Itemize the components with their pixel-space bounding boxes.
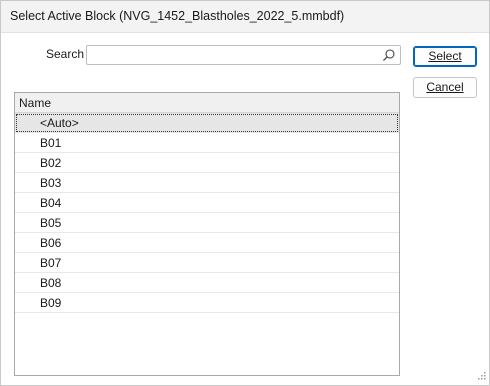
list-item-label: <Auto> bbox=[40, 116, 79, 130]
search-input[interactable] bbox=[87, 46, 375, 64]
search-label: Search bbox=[46, 47, 85, 61]
list-item-label: B01 bbox=[40, 136, 62, 150]
cancel-button[interactable]: Cancel bbox=[413, 77, 477, 98]
list-item-auto[interactable]: <Auto> bbox=[15, 113, 399, 133]
search-box[interactable] bbox=[86, 45, 401, 65]
select-button-label: Select bbox=[428, 49, 462, 63]
block-list[interactable]: Name <Auto> B01 B02 B03 B04 B05 B06 B07 … bbox=[14, 92, 400, 376]
list-item-b01[interactable]: B01 bbox=[15, 133, 399, 153]
list-item-b09[interactable]: B09 bbox=[15, 293, 399, 313]
list-item-b06[interactable]: B06 bbox=[15, 233, 399, 253]
resize-grip-icon[interactable] bbox=[476, 372, 486, 382]
select-active-block-dialog: Select Active Block (NVG_1452_Blastholes… bbox=[0, 0, 490, 386]
select-button[interactable]: Select bbox=[413, 46, 477, 67]
cancel-button-label: Cancel bbox=[426, 80, 464, 94]
list-item-label: B05 bbox=[40, 216, 62, 230]
list-item-b02[interactable]: B02 bbox=[15, 153, 399, 173]
list-item-label: B09 bbox=[40, 296, 62, 310]
list-item-b07[interactable]: B07 bbox=[15, 253, 399, 273]
search-icon[interactable] bbox=[382, 48, 396, 62]
list-item-b04[interactable]: B04 bbox=[15, 193, 399, 213]
list-item-b08[interactable]: B08 bbox=[15, 273, 399, 293]
window-title: Select Active Block (NVG_1452_Blastholes… bbox=[1, 1, 489, 32]
list-item-label: B04 bbox=[40, 196, 62, 210]
dialog-content: Search Select Cancel Name <Auto> B01 B02… bbox=[1, 33, 489, 385]
list-item-b05[interactable]: B05 bbox=[15, 213, 399, 233]
list-item-label: B06 bbox=[40, 236, 62, 250]
block-list-body: <Auto> B01 B02 B03 B04 B05 B06 B07 B08 B… bbox=[15, 113, 399, 313]
list-item-b03[interactable]: B03 bbox=[15, 173, 399, 193]
list-item-label: B03 bbox=[40, 176, 62, 190]
list-item-label: B07 bbox=[40, 256, 62, 270]
column-header-name[interactable]: Name bbox=[15, 93, 399, 113]
list-item-label: B08 bbox=[40, 276, 62, 290]
list-item-label: B02 bbox=[40, 156, 62, 170]
